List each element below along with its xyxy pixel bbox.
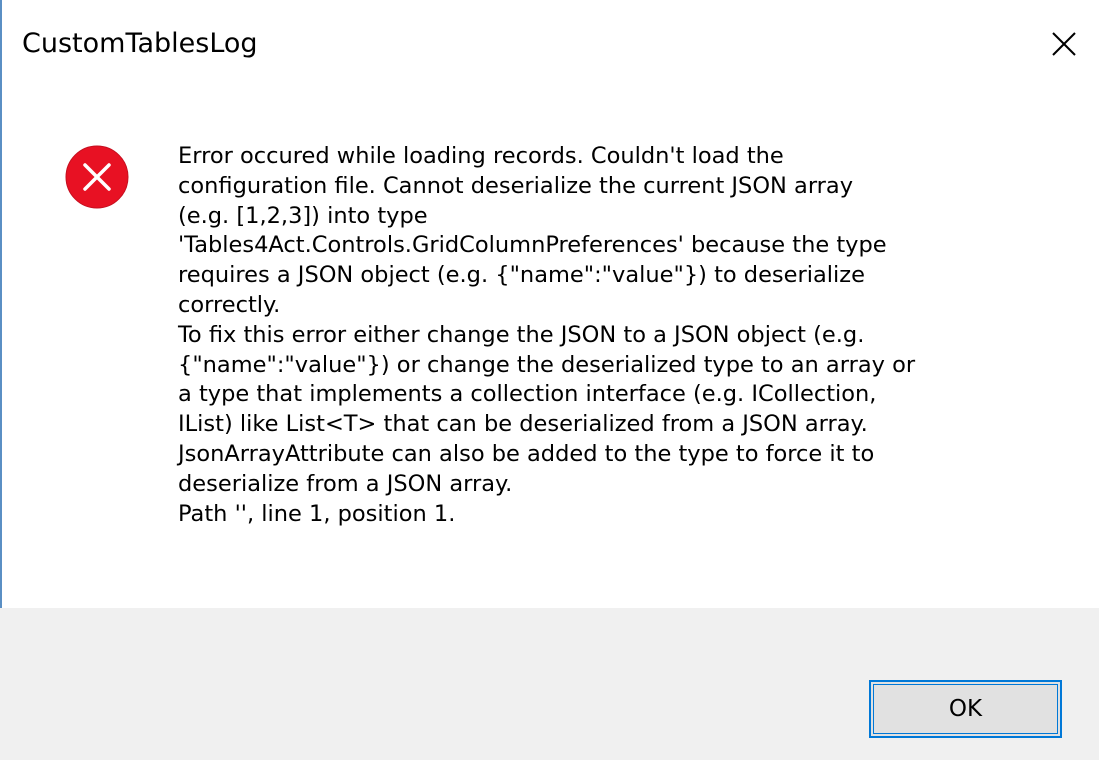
- dialog-content: Error occured while loading records. Cou…: [0, 90, 1099, 610]
- window-title: CustomTablesLog: [22, 28, 258, 59]
- message-dialog: CustomTablesLog Error occured while load…: [0, 0, 1099, 760]
- message-line: To fix this error either change the JSON…: [178, 321, 865, 348]
- message-line: 'Tables4Act.Controls.GridColumnPreferenc…: [178, 232, 887, 259]
- message-line: Path '', line 1, position 1.: [178, 500, 456, 527]
- message-line: deserialize from a JSON array.: [178, 470, 513, 497]
- message-line: Error occured while loading records. Cou…: [178, 143, 784, 169]
- error-icon: [65, 145, 129, 209]
- message-line: {"name":"value"}) or change the deserial…: [178, 351, 916, 378]
- close-button[interactable]: [1040, 20, 1088, 68]
- message-line: (e.g. [1,2,3]) into type: [178, 202, 428, 229]
- button-bar: OK: [0, 608, 1099, 760]
- message-line: a type that implements a collection inte…: [178, 381, 877, 408]
- message-line: correctly.: [178, 291, 281, 318]
- close-icon: [1052, 32, 1076, 56]
- message-line: IList) like List<T> that can be deserial…: [178, 411, 868, 438]
- error-message: Error occured while loading records. Cou…: [178, 142, 1058, 529]
- title-bar[interactable]: CustomTablesLog: [0, 0, 1099, 90]
- message-line: configuration file. Cannot deserialize t…: [178, 172, 854, 199]
- message-line: requires a JSON object (e.g. {"name":"va…: [178, 262, 865, 289]
- message-line: JsonArrayAttribute can also be added to …: [178, 440, 875, 467]
- ok-button[interactable]: OK: [869, 680, 1062, 738]
